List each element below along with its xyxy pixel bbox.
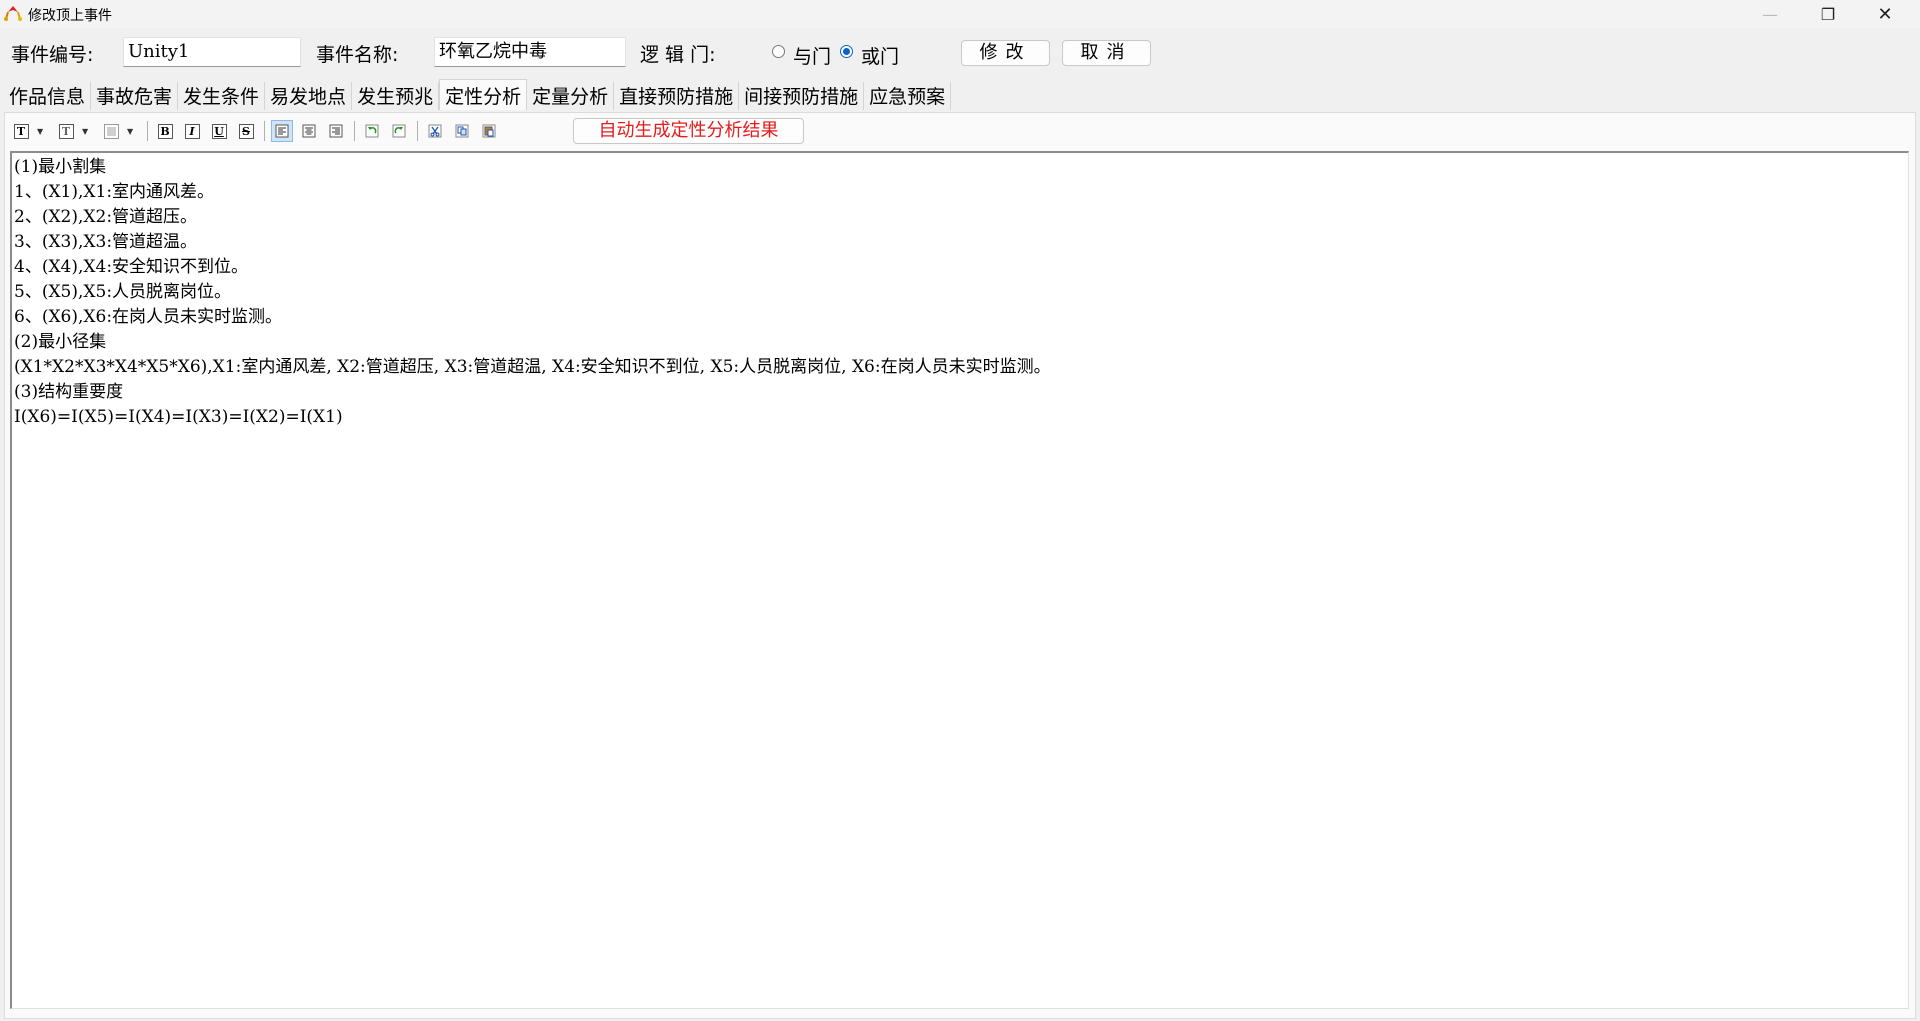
align-right-icon[interactable] xyxy=(325,120,347,142)
editor-line: 2、(X2),X2:管道超压。 xyxy=(14,207,198,227)
logic-gate-label: 逻 辑 门: xyxy=(640,44,716,66)
font-size-dropdown-icon[interactable]: ▼ xyxy=(82,127,92,136)
toolbar-separator xyxy=(417,121,418,141)
event-name-field[interactable]: 环氧乙烷中毒 xyxy=(434,37,626,67)
tab-emergency-plan[interactable]: 应急预案 xyxy=(864,82,952,110)
toolbar-separator xyxy=(354,121,355,141)
maximize-button[interactable]: ❐ xyxy=(1805,0,1851,28)
copy-icon[interactable] xyxy=(451,120,473,142)
tab-indirect-prevention[interactable]: 间接预防措施 xyxy=(739,82,865,110)
app-logo-icon xyxy=(4,4,22,22)
editor-line: 1、(X1),X1:室内通风差。 xyxy=(14,182,215,202)
font-dropdown-icon[interactable]: ▼ xyxy=(37,127,47,136)
undo-icon[interactable] xyxy=(361,120,383,142)
italic-icon[interactable]: I xyxy=(181,120,203,142)
tab-occurrence-conditions[interactable]: 发生条件 xyxy=(178,82,266,110)
event-id-field[interactable]: Unity1 xyxy=(123,37,301,67)
tab-bar: 作品信息 事故危害 发生条件 易发地点 发生预兆 定性分析 定量分析 直接预防措… xyxy=(4,79,952,112)
editor-line: (1)最小割集 xyxy=(14,157,107,177)
underline-icon[interactable]: U xyxy=(208,120,230,142)
tab-qualitative-analysis[interactable]: 定性分析 xyxy=(439,79,528,110)
editor-line: 5、(X5),X5:人员脱离岗位。 xyxy=(14,282,232,302)
or-gate-label[interactable]: 或门 xyxy=(861,42,899,69)
align-left-icon[interactable] xyxy=(271,120,293,142)
color-icon[interactable] xyxy=(100,120,122,142)
tab-warning-signs[interactable]: 发生预兆 xyxy=(352,82,440,110)
title-bar: 修改顶上事件 — ❐ ✕ xyxy=(0,0,1920,28)
and-gate-radio[interactable] xyxy=(772,45,785,58)
modify-button[interactable]: 修改 xyxy=(961,40,1050,66)
toolbar-separator xyxy=(147,121,148,141)
editor-line: I(X6)=I(X5)=I(X4)=I(X3)=I(X2)=I(X1) xyxy=(14,407,343,427)
tab-prone-locations[interactable]: 易发地点 xyxy=(265,82,353,110)
strikethrough-icon[interactable]: S xyxy=(235,120,257,142)
or-gate-radio[interactable] xyxy=(840,45,853,58)
editor-line: 3、(X3),X3:管道超温。 xyxy=(14,232,198,252)
analysis-editor[interactable]: (1)最小割集 1、(X1),X1:室内通风差。 2、(X2),X2:管道超压。… xyxy=(10,151,1909,1009)
close-button[interactable]: ✕ xyxy=(1862,0,1908,28)
tab-quantitative-analysis[interactable]: 定量分析 xyxy=(527,82,615,110)
tab-accident-hazard[interactable]: 事故危害 xyxy=(91,82,179,110)
generate-analysis-button[interactable]: 自动生成定性分析结果 xyxy=(573,118,804,144)
font-size-icon[interactable]: T xyxy=(55,120,77,142)
color-dropdown-icon[interactable]: ▼ xyxy=(127,127,137,136)
editor-line: (X1*X2*X3*X4*X5*X6),X1:室内通风差, X2:管道超压, X… xyxy=(14,357,1051,377)
window-title: 修改顶上事件 xyxy=(28,8,112,24)
align-center-icon[interactable] xyxy=(298,120,320,142)
redo-icon[interactable] xyxy=(388,120,410,142)
bold-icon[interactable]: B xyxy=(154,120,176,142)
editor-line: (2)最小径集 xyxy=(14,332,107,352)
cancel-button[interactable]: 取消 xyxy=(1062,40,1151,66)
paste-icon[interactable] xyxy=(478,120,500,142)
cut-icon[interactable] xyxy=(424,120,446,142)
tab-direct-prevention[interactable]: 直接预防措施 xyxy=(614,82,740,110)
minimize-button[interactable]: — xyxy=(1747,0,1793,28)
event-id-label: 事件编号: xyxy=(11,44,94,66)
toolbar-separator xyxy=(264,121,265,141)
editor-line: 4、(X4),X4:安全知识不到位。 xyxy=(14,257,249,277)
editor-line: (3)结构重要度 xyxy=(14,382,124,402)
event-name-label: 事件名称: xyxy=(316,44,399,66)
and-gate-label[interactable]: 与门 xyxy=(793,42,831,69)
font-icon[interactable]: T xyxy=(10,120,32,142)
editor-toolbar: T ▼ T ▼ ▼ B I U S xyxy=(10,118,505,144)
editor-line: 6、(X6),X6:在岗人员未实时监测。 xyxy=(14,307,283,327)
tab-work-info[interactable]: 作品信息 xyxy=(4,82,92,110)
